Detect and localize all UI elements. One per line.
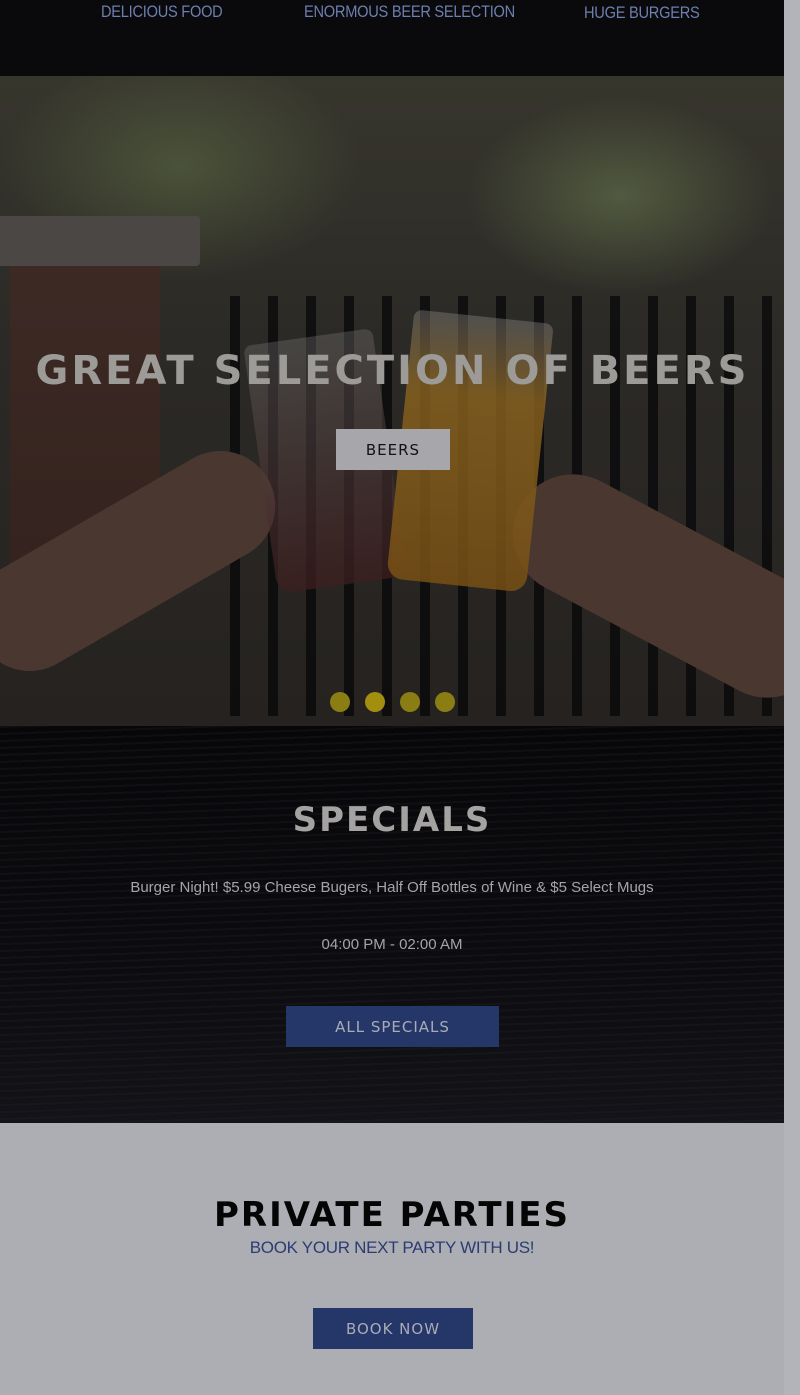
hero-image-pillar-cap: [0, 216, 200, 266]
slider-dots: [330, 692, 455, 712]
specials-description: Burger Night! $5.99 Cheese Bugers, Half …: [130, 879, 654, 896]
feature-beer-selection: ENORMOUS BEER SELECTION: [304, 2, 515, 21]
slider-dot-2[interactable]: [365, 692, 385, 712]
hero-title: GREAT SELECTION OF BEERS: [35, 348, 750, 394]
book-now-button[interactable]: BOOK NOW: [313, 1308, 473, 1349]
private-parties-subtitle: BOOK YOUR NEXT PARTY WITH US!: [249, 1238, 535, 1257]
specials-title: SPECIALS: [292, 800, 492, 840]
hero-slider: GREAT SELECTION OF BEERS BEERS: [0, 76, 785, 726]
feature-huge-burgers: HUGE BURGERS: [584, 3, 700, 22]
feature-delicious-food: DELICIOUS FOOD: [101, 2, 223, 21]
private-parties-title: PRIVATE PARTIES: [213, 1195, 570, 1235]
beers-button[interactable]: BEERS: [336, 429, 450, 470]
specials-section: SPECIALS Burger Night! $5.99 Cheese Buge…: [0, 726, 784, 1123]
features-bar: DELICIOUS FOOD ENORMOUS BEER SELECTION H…: [0, 0, 785, 76]
slider-dot-3[interactable]: [400, 692, 420, 712]
page-scrollbar[interactable]: [784, 0, 800, 1395]
slider-dot-1[interactable]: [330, 692, 350, 712]
slider-dot-4[interactable]: [435, 692, 455, 712]
all-specials-button[interactable]: ALL SPECIALS: [286, 1006, 499, 1047]
specials-hours: 04:00 PM - 02:00 AM: [321, 936, 463, 953]
